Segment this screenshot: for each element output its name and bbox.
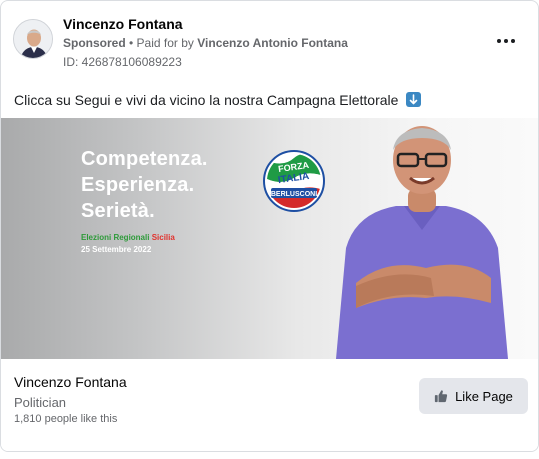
sponsored-label: Sponsored	[63, 36, 126, 50]
candidate-photo	[336, 126, 508, 359]
ad-header: Vincenzo Fontana Sponsored • Paid for by…	[1, 1, 538, 81]
thumbs-up-icon	[434, 390, 448, 403]
paid-for-prefix: Paid for by	[136, 36, 198, 50]
sponsored-line: Sponsored • Paid for by Vincenzo Antonio…	[63, 36, 348, 50]
election-region-text: Sicilia	[151, 233, 175, 242]
like-page-button[interactable]: Like Page	[419, 378, 528, 414]
forza-italia-logo: FORZA ITALIA BERLUSCONI	[263, 150, 325, 212]
more-options-button[interactable]	[492, 31, 520, 51]
election-label: Elezioni Regionali Sicilia	[81, 233, 175, 242]
more-dot	[504, 39, 508, 43]
avatar-portrait	[14, 20, 52, 58]
ad-id: ID: 426878106089223	[63, 55, 182, 69]
caption-text: Clicca su Segui e vivi da vicino la nost…	[14, 92, 399, 108]
svg-text:BERLUSCONI: BERLUSCONI	[271, 191, 317, 198]
creative-headline: Competenza. Esperienza. Serietà.	[81, 146, 208, 224]
post-caption: Clicca su Segui e vivi da vicino la nost…	[14, 92, 422, 108]
page-name-link[interactable]: Vincenzo Fontana	[63, 16, 183, 32]
page-avatar[interactable]	[13, 19, 53, 59]
ad-card: Vincenzo Fontana Sponsored • Paid for by…	[0, 0, 539, 452]
footer-category: Politician	[14, 395, 67, 410]
separator-dot: •	[125, 36, 137, 50]
footer-likes-count: 1,810 people like this	[14, 413, 118, 425]
page-info-footer: Vincenzo Fontana Politician 1,810 people…	[1, 359, 538, 451]
ad-creative-image[interactable]: Competenza. Esperienza. Serietà. Elezion…	[1, 118, 538, 359]
more-dot	[511, 39, 515, 43]
footer-page-name[interactable]: Vincenzo Fontana	[14, 374, 127, 390]
election-regional-text: Elezioni Regionali	[81, 233, 150, 242]
headline-line-2: Esperienza.	[81, 174, 195, 196]
more-horizontal-icon	[497, 39, 501, 43]
like-page-label: Like Page	[455, 388, 513, 404]
paid-for-name[interactable]: Vincenzo Antonio Fontana	[197, 36, 348, 50]
election-date: 25 Settembre 2022	[81, 245, 152, 254]
headline-line-1: Competenza.	[81, 148, 208, 170]
arrow-down-emoji-icon	[406, 92, 422, 107]
headline-line-3: Serietà.	[81, 200, 155, 222]
